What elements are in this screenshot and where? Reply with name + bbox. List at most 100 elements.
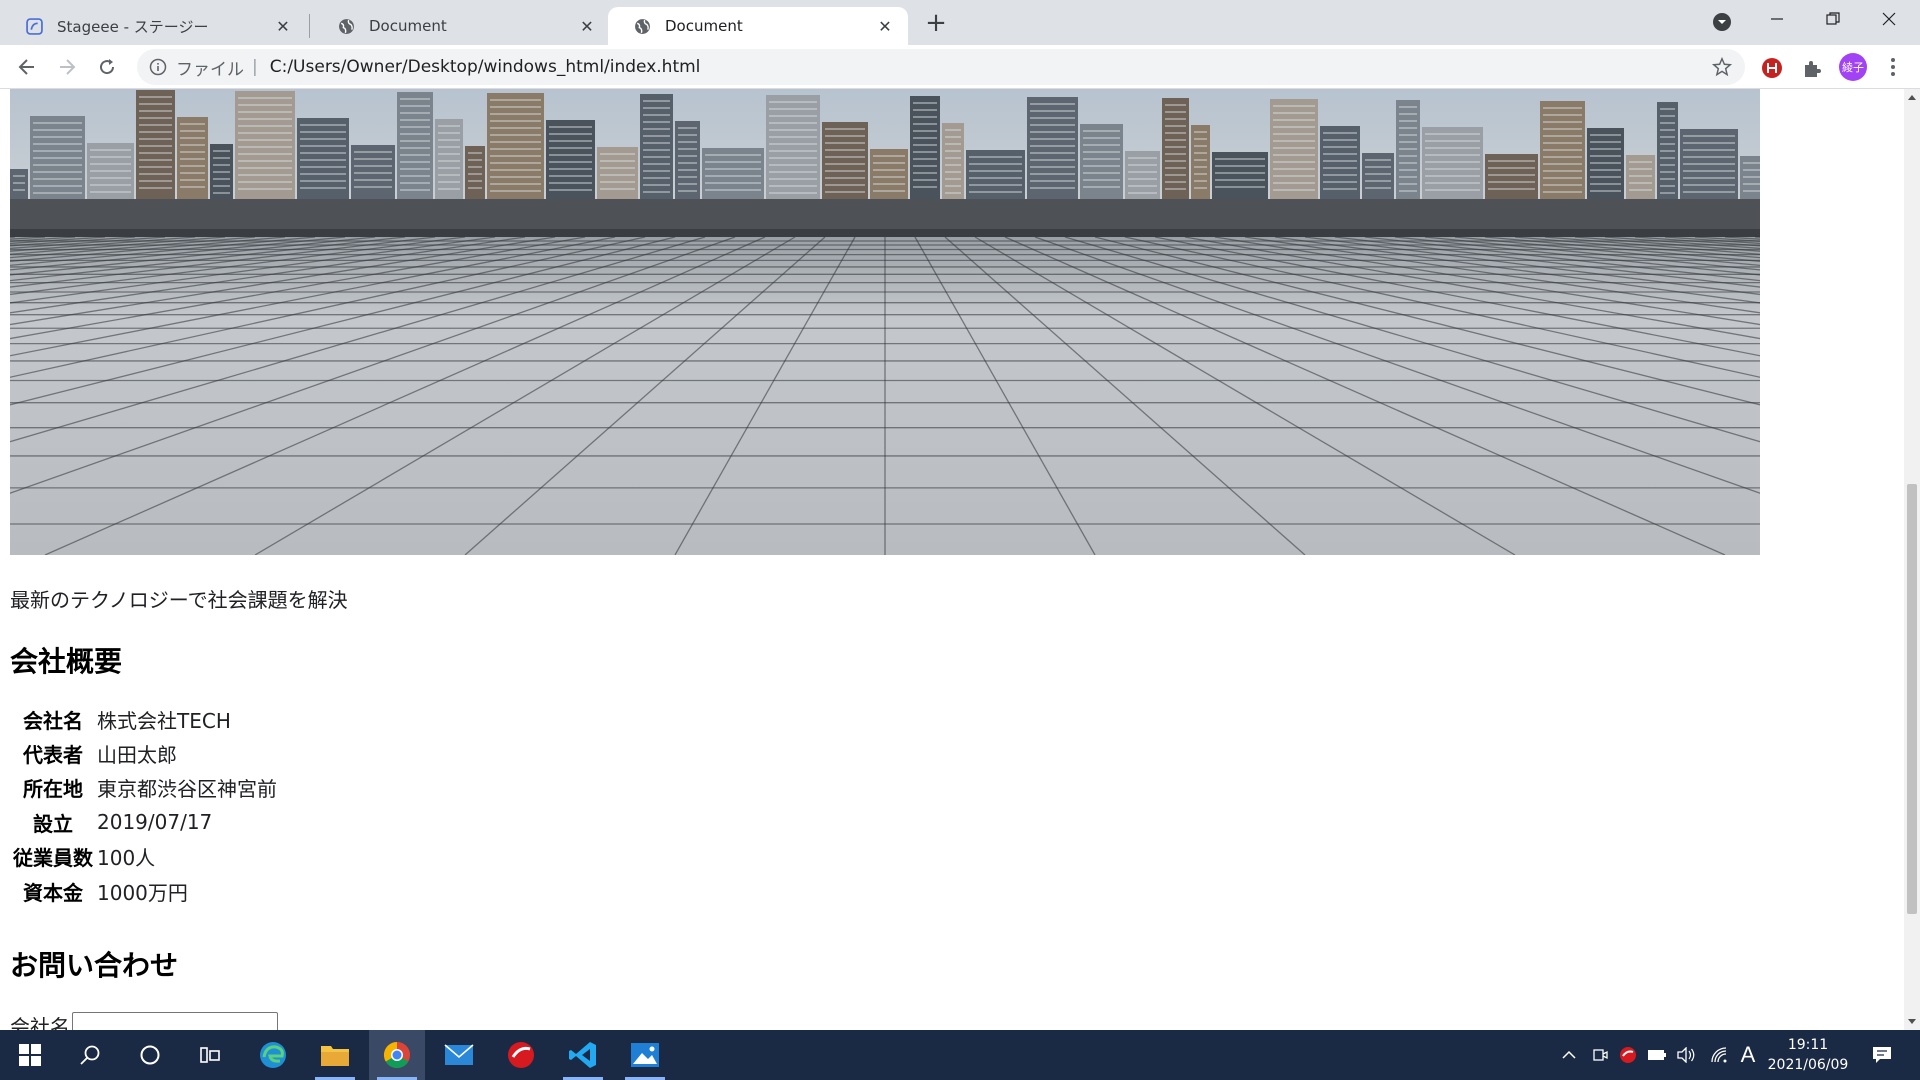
scroll-down-arrow-icon[interactable] (1904, 1014, 1920, 1030)
start-button[interactable] (2, 1030, 58, 1080)
table-row: 従業員数 100人 (10, 840, 277, 874)
file-explorer-app[interactable] (307, 1030, 363, 1080)
page-viewport: 最新のテクノロジーで社会課題を解決 会社概要 会社名 株式会社TECH 代表者 … (0, 89, 1904, 1030)
search-icon (80, 1045, 100, 1065)
url-text[interactable]: C:/Users/Owner/Desktop/windows_html/inde… (270, 57, 701, 77)
file-explorer-icon (321, 1046, 349, 1066)
tab-title: Stageee - ステージー (57, 17, 209, 36)
contact-heading: お問い合わせ (10, 949, 179, 982)
hero-image (10, 89, 1760, 555)
taskbar-clock[interactable]: 19:11 2021/06/09 (1758, 1030, 1858, 1080)
windows-taskbar: A 19:11 2021/06/09 (0, 1030, 1920, 1080)
arrow-right-icon (60, 59, 76, 75)
battery-button[interactable] (1643, 1030, 1671, 1080)
table-row: 所在地 東京都渋谷区神宮前 (10, 771, 277, 805)
reload-button[interactable] (93, 53, 121, 81)
tab-stageee[interactable]: Stageee - ステージー ✕ (0, 7, 306, 45)
forward-button[interactable] (53, 53, 81, 81)
clock-date: 2021/06/09 (1767, 1057, 1849, 1073)
row-label: 会社名 (23, 708, 83, 733)
photos-app[interactable] (617, 1030, 673, 1080)
trend-micro-tray-icon (1620, 1047, 1636, 1063)
bookmark-star-icon[interactable] (1711, 56, 1733, 78)
volume-button[interactable] (1672, 1030, 1700, 1080)
back-button[interactable] (13, 53, 41, 81)
profile-avatar[interactable]: 綾子 (1839, 53, 1867, 81)
row-label: 従業員数 (13, 846, 93, 871)
company-name-label: 会社名 (10, 1015, 70, 1030)
minimize-icon (1771, 18, 1783, 20)
table-row: 代表者 山田太郎 (10, 736, 277, 770)
close-icon (1882, 12, 1896, 26)
notification-icon (1873, 1047, 1891, 1063)
vscode-icon (569, 1042, 596, 1068)
chrome-app[interactable] (369, 1030, 425, 1080)
camera-icon (1593, 1049, 1608, 1061)
tray-meet-button[interactable] (1586, 1030, 1614, 1080)
mail-app[interactable] (431, 1030, 487, 1080)
chrome-icon (383, 1041, 410, 1069)
task-view-button[interactable] (182, 1030, 238, 1080)
close-tab-icon[interactable]: ✕ (274, 17, 292, 36)
row-value: 株式会社TECH (97, 708, 231, 733)
trend-micro-icon (508, 1042, 534, 1068)
row-value: 1000万円 (97, 880, 188, 905)
table-row: 設立 2019/07/17 (10, 805, 277, 839)
battery-icon (1648, 1050, 1666, 1060)
show-hidden-icons-button[interactable] (1555, 1030, 1583, 1080)
contact-company-row: 会社名 (10, 1011, 278, 1030)
overview-heading: 会社概要 (10, 645, 123, 678)
puzzle-icon (1805, 61, 1821, 77)
edge-app[interactable] (245, 1030, 301, 1080)
extensions-menu-button[interactable] (1799, 55, 1825, 81)
page-scrollbar[interactable] (1904, 89, 1920, 1030)
tab-strip: Stageee - ステージー ✕ Document ✕ Document ✕ … (0, 0, 1920, 45)
mail-icon (444, 1044, 474, 1065)
tab-search-icon[interactable] (1710, 10, 1734, 34)
taskbar-search-button[interactable] (62, 1030, 118, 1080)
cortana-button[interactable] (122, 1030, 178, 1080)
tray-security-button[interactable] (1614, 1030, 1642, 1080)
arrow-left-icon (18, 59, 34, 75)
more-vertical-icon (1891, 58, 1895, 76)
photos-icon (631, 1043, 659, 1067)
table-row: 会社名 株式会社TECH (10, 702, 277, 736)
globe-icon (635, 18, 650, 34)
edge-icon (260, 1042, 286, 1068)
close-tab-icon[interactable]: ✕ (578, 17, 596, 36)
row-label: 資本金 (23, 880, 83, 905)
restore-icon (1826, 12, 1840, 25)
extension-button[interactable] (1759, 55, 1785, 81)
trend-micro-app[interactable] (493, 1030, 549, 1080)
tab-document-2[interactable]: Document ✕ (608, 7, 908, 45)
minimize-button[interactable] (1749, 0, 1805, 38)
row-label: 所在地 (23, 777, 83, 802)
scroll-up-arrow-icon[interactable] (1904, 89, 1920, 105)
vscode-app[interactable] (555, 1030, 611, 1080)
tab-document-1[interactable]: Document ✕ (312, 7, 610, 45)
browser-menu-button[interactable] (1880, 54, 1906, 80)
row-value: 100人 (97, 846, 156, 871)
restore-button[interactable] (1805, 0, 1861, 38)
reload-icon (100, 59, 115, 75)
url-scheme-label: ファイル (176, 59, 244, 80)
close-tab-icon[interactable]: ✕ (876, 17, 894, 36)
info-icon[interactable] (149, 58, 167, 76)
tab-title: Document (369, 17, 447, 35)
address-bar[interactable]: ファイル | C:/Users/Owner/Desktop/windows_ht… (137, 49, 1745, 85)
network-button[interactable] (1705, 1030, 1733, 1080)
new-tab-button[interactable]: + (922, 8, 950, 38)
browser-toolbar: ファイル | C:/Users/Owner/Desktop/windows_ht… (0, 45, 1920, 89)
extension-red-icon (1762, 58, 1782, 78)
close-window-button[interactable] (1861, 0, 1917, 38)
action-center-button[interactable] (1862, 1030, 1902, 1080)
task-view-icon (200, 1047, 220, 1063)
row-value: 東京都渋谷区神宮前 (97, 777, 277, 802)
chevron-up-icon (1562, 1050, 1576, 1059)
company-name-input[interactable] (72, 1012, 278, 1030)
scrollbar-thumb[interactable] (1907, 484, 1917, 914)
tab-divider (309, 14, 310, 38)
table-row: 資本金 1000万円 (10, 874, 277, 908)
row-label: 代表者 (23, 743, 83, 768)
windows-start-icon (19, 1044, 41, 1066)
